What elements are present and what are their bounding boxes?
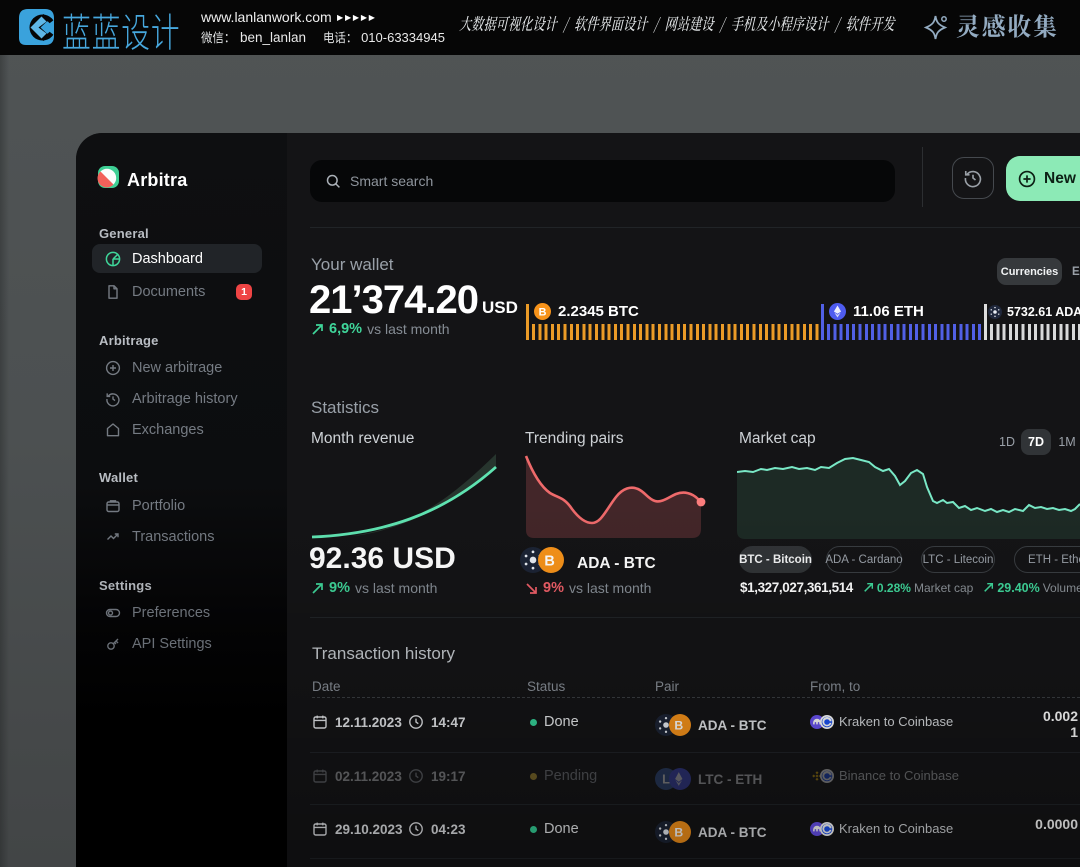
svg-text:B: B [539,306,547,318]
svg-text:B: B [674,826,683,840]
svg-text:B: B [674,719,683,733]
svg-text:B: B [544,553,554,569]
